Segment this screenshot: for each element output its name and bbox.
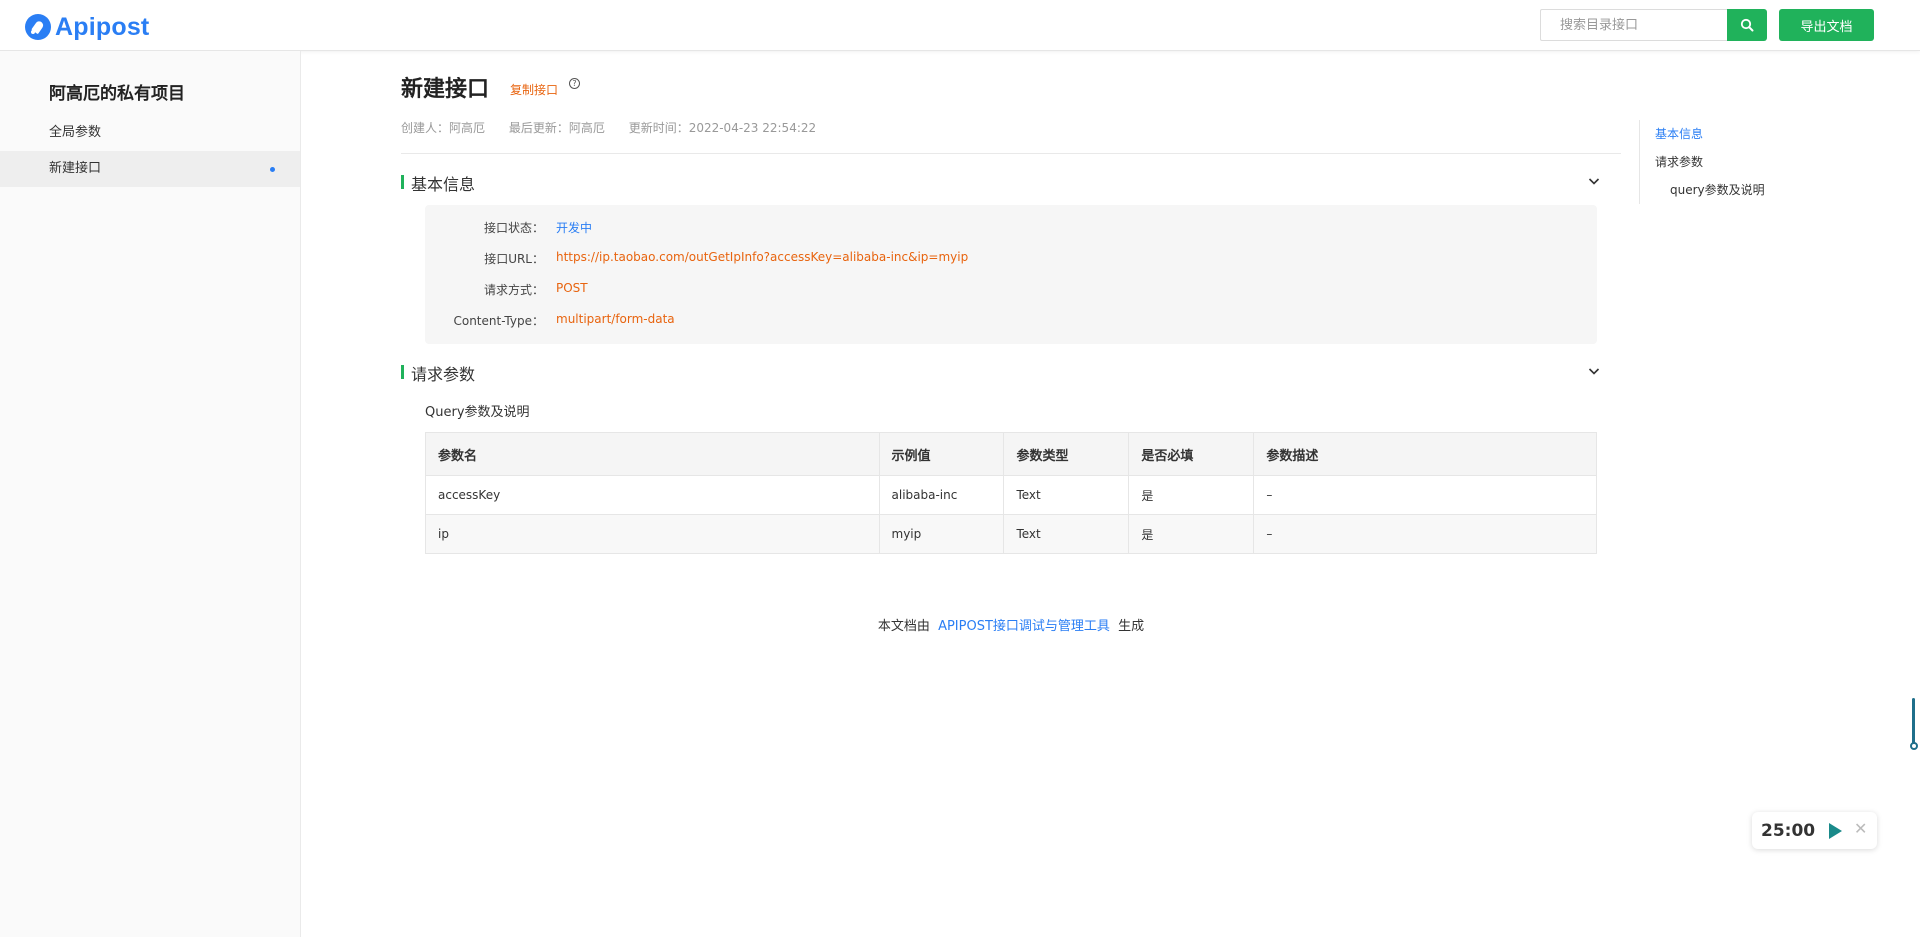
toc-item-query-params[interactable]: query参数及说明 bbox=[1670, 181, 1765, 198]
query-params-table: 参数名 示例值 参数类型 是否必填 参数描述 accessKey alibaba… bbox=[425, 432, 1597, 554]
basic-info-panel: 接口状态： 开发中 接口URL： https://ip.taobao.com/o… bbox=[425, 205, 1597, 344]
column-header: 参数描述 bbox=[1253, 432, 1597, 476]
column-header: 参数名 bbox=[425, 432, 880, 476]
table-row: ip myip Text 是 – bbox=[425, 514, 1597, 554]
param-required: 是 bbox=[1128, 475, 1255, 515]
last-update-text: 最后更新：阿高厄 bbox=[508, 121, 605, 135]
info-label: 接口URL： bbox=[484, 252, 544, 266]
handle-line bbox=[1912, 698, 1915, 744]
project-title: 阿高厄的私有项目 bbox=[49, 84, 185, 104]
column-header: 是否必填 bbox=[1128, 432, 1255, 476]
query-params-title: Query参数及说明 bbox=[425, 405, 530, 420]
table-row: accessKey alibaba-inc Text 是 – bbox=[425, 475, 1597, 515]
timer-widget: 25:00 ✕ bbox=[1752, 812, 1877, 849]
search-button[interactable] bbox=[1727, 9, 1767, 41]
sidebar-item-new-api[interactable]: 新建接口 bbox=[0, 151, 300, 187]
param-description: – bbox=[1253, 475, 1597, 515]
apipost-tool-link[interactable]: APIPOST接口调试与管理工具 bbox=[938, 619, 1110, 634]
param-type: Text bbox=[1003, 514, 1130, 554]
sidebar-item-label: 全局参数 bbox=[49, 125, 102, 140]
param-type: Text bbox=[1003, 475, 1130, 515]
handle-knob-icon bbox=[1910, 742, 1918, 750]
info-label: 接口状态： bbox=[483, 221, 544, 235]
timer-display: 25:00 bbox=[1761, 821, 1816, 841]
play-icon[interactable] bbox=[1829, 823, 1842, 839]
status-value: 开发中 bbox=[556, 221, 593, 235]
divider bbox=[401, 153, 1621, 154]
sidebar-item-label: 新建接口 bbox=[49, 161, 102, 176]
toc-item-request-params[interactable]: 请求参数 bbox=[1655, 153, 1703, 170]
close-icon[interactable]: ✕ bbox=[1854, 819, 1867, 838]
creator-text: 创建人：阿高厄 bbox=[401, 121, 486, 135]
side-scroll-handle[interactable] bbox=[1910, 698, 1918, 752]
search-icon bbox=[1740, 18, 1754, 32]
method-value: POST bbox=[556, 281, 588, 295]
table-of-contents: 基本信息 请求参数 query参数及说明 bbox=[1639, 120, 1779, 204]
url-value: https://ip.taobao.com/outGetIpInfo?acces… bbox=[556, 250, 969, 264]
app-logo[interactable]: Apipost bbox=[25, 11, 149, 43]
chevron-down-icon bbox=[1588, 368, 1600, 375]
api-meta: 创建人：阿高厄 最后更新：阿高厄 更新时间：2022-04-23 22:54:2… bbox=[401, 119, 836, 136]
footer-prefix: 本文档由 bbox=[877, 619, 930, 634]
section-marker bbox=[401, 365, 404, 379]
basic-info-section-header[interactable]: 基本信息 bbox=[401, 171, 1601, 194]
param-description: – bbox=[1253, 514, 1597, 554]
help-icon[interactable]: ? bbox=[569, 78, 580, 89]
update-time-text: 更新时间：2022-04-23 22:54:22 bbox=[628, 121, 817, 135]
toc-item-basic-info[interactable]: 基本信息 bbox=[1655, 125, 1703, 142]
page-title: 新建接口 bbox=[401, 77, 490, 102]
section-marker bbox=[401, 175, 404, 189]
info-label: 请求方式： bbox=[483, 283, 544, 297]
info-row-status: 接口状态： 开发中 bbox=[425, 219, 1597, 239]
info-row-url: 接口URL： https://ip.taobao.com/outGetIpInf… bbox=[425, 250, 1597, 270]
param-example: alibaba-inc bbox=[878, 475, 1005, 515]
copy-api-link[interactable]: 复制接口 bbox=[510, 81, 558, 98]
column-header: 示例值 bbox=[878, 432, 1005, 476]
section-title: 请求参数 bbox=[411, 365, 476, 384]
sidebar: 阿高厄的私有项目 全局参数 新建接口 bbox=[0, 51, 301, 937]
active-dot-icon bbox=[270, 167, 275, 172]
param-example: myip bbox=[878, 514, 1005, 554]
info-row-method: 请求方式： POST bbox=[425, 281, 1597, 301]
param-name: accessKey bbox=[425, 475, 880, 515]
sidebar-item-global-params[interactable]: 全局参数 bbox=[0, 115, 300, 151]
section-title: 基本信息 bbox=[411, 175, 476, 194]
logo-text: Apipost bbox=[55, 12, 150, 41]
export-docs-button[interactable]: 导出文档 bbox=[1779, 9, 1874, 41]
request-params-section-header[interactable]: 请求参数 bbox=[401, 361, 1601, 384]
info-label: Content-Type： bbox=[453, 314, 544, 328]
info-row-content-type: Content-Type： multipart/form-data bbox=[425, 312, 1597, 332]
footer-suffix: 生成 bbox=[1118, 619, 1145, 634]
content-type-value: multipart/form-data bbox=[556, 312, 675, 326]
chevron-down-icon bbox=[1588, 178, 1600, 185]
table-header-row: 参数名 示例值 参数类型 是否必填 参数描述 bbox=[425, 432, 1597, 476]
column-header: 参数类型 bbox=[1003, 432, 1130, 476]
param-required: 是 bbox=[1128, 514, 1255, 554]
param-name: ip bbox=[425, 514, 880, 554]
footer-note: 本文档由 APIPOST接口调试与管理工具 生成 bbox=[401, 615, 1621, 634]
apipost-logo-icon bbox=[25, 14, 51, 40]
search-input[interactable] bbox=[1540, 9, 1727, 41]
top-header: Apipost 导出文档 bbox=[0, 0, 1920, 51]
